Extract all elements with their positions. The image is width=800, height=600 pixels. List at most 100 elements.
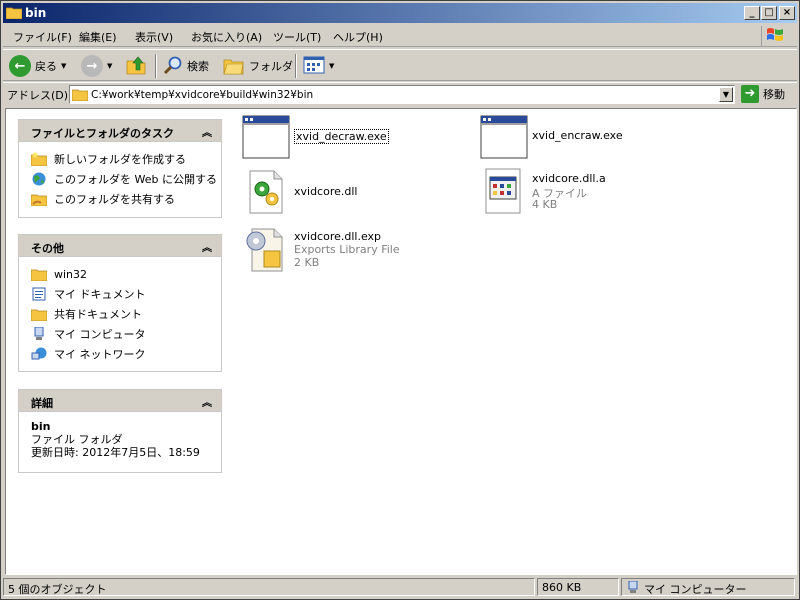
search-icon: [163, 55, 183, 78]
back-button[interactable]: ← 戻る ▼: [9, 53, 66, 79]
exe-window-icon: [480, 115, 528, 162]
detail-type: ファイル フォルダ: [31, 433, 123, 446]
status-size: 860 KB: [537, 578, 619, 596]
file-name: xvidcore.dll.exp: [294, 230, 382, 243]
place-my-computer[interactable]: マイ コンピュータ: [31, 324, 221, 344]
menu-file[interactable]: ファイル(F): [13, 29, 72, 45]
collapse-chevron-icon[interactable]: ︽: [202, 394, 212, 409]
menu-view[interactable]: 表示(V): [135, 29, 173, 45]
back-label: 戻る: [35, 60, 57, 73]
file-size: 4 KB: [532, 198, 558, 211]
window-title: bin: [25, 6, 47, 20]
file-name: xvidcore.dll: [294, 185, 358, 198]
my-computer-icon: [626, 580, 640, 597]
toolbar-separator: [155, 54, 157, 78]
folder-view: ファイルとフォルダのタスク ︽ 新しいフォルダを作成する このフォルダを Web…: [5, 108, 797, 575]
windows-logo-icon: [761, 26, 787, 46]
generic-file-icon: [480, 167, 528, 218]
menu-bar: ファイル(F) 編集(E) 表示(V) お気に入り(A) ツール(T) ヘルプ(…: [3, 25, 797, 47]
place-my-network[interactable]: マイ ネットワーク: [31, 344, 221, 364]
new-folder-icon: [30, 152, 48, 167]
address-dropdown-button[interactable]: ▼: [719, 87, 733, 102]
go-button[interactable]: ➜ 移動: [741, 85, 785, 103]
task-label: 新しいフォルダを作成する: [54, 153, 186, 166]
file-item[interactable]: xvidcore.dll: [242, 167, 442, 215]
search-button[interactable]: 検索: [163, 53, 209, 79]
task-label: このフォルダを共有する: [54, 193, 175, 206]
menu-tools[interactable]: ツール(T): [273, 29, 321, 45]
go-arrow-icon: ➜: [741, 85, 759, 103]
place-my-documents[interactable]: マイ ドキュメント: [31, 284, 221, 304]
chevron-down-icon: ▼: [107, 62, 113, 70]
close-button[interactable]: ×: [779, 6, 795, 20]
tasks-panel-header[interactable]: ファイルとフォルダのタスク ︽: [19, 120, 221, 142]
forward-button[interactable]: → ▼: [81, 53, 112, 79]
dll-gear-icon: [242, 167, 290, 218]
share-folder-icon: [30, 192, 48, 207]
address-value: C:¥work¥temp¥xvidcore¥build¥win32¥bin: [91, 89, 314, 101]
menu-favorites[interactable]: お気に入り(A): [191, 29, 262, 45]
exe-window-icon: [242, 115, 290, 162]
details-panel-header[interactable]: 詳細 ︽: [19, 390, 221, 412]
chevron-down-icon: ▼: [329, 62, 335, 70]
folder-icon: [30, 267, 48, 282]
place-label: 共有ドキュメント: [54, 308, 142, 321]
maximize-button[interactable]: □: [761, 6, 777, 20]
panel-title: 詳細: [31, 397, 53, 410]
task-publish-web[interactable]: このフォルダを Web に公開する: [31, 169, 221, 189]
collapse-chevron-icon[interactable]: ︽: [202, 239, 212, 254]
address-label: アドレス(D): [7, 89, 69, 102]
search-label: 検索: [187, 60, 209, 73]
task-label: このフォルダを Web に公開する: [54, 173, 217, 186]
views-icon: [303, 56, 325, 77]
file-item[interactable]: xvidcore.dll.a A ファイル 4 KB: [480, 167, 680, 215]
place-win32[interactable]: win32: [30, 264, 221, 284]
detail-modified: 更新日時: 2012年7月5日、18:59: [31, 446, 200, 459]
tasks-panel: ファイルとフォルダのタスク ︽ 新しいフォルダを作成する このフォルダを Web…: [18, 119, 222, 218]
file-name: xvid_decraw.exe: [294, 129, 389, 144]
file-type: Exports Library File: [294, 243, 400, 256]
task-share-folder[interactable]: このフォルダを共有する: [30, 189, 221, 209]
up-folder-button[interactable]: [125, 53, 147, 79]
my-documents-icon: [31, 287, 47, 301]
minimize-button[interactable]: _: [744, 6, 760, 20]
forward-arrow-icon: →: [81, 55, 103, 77]
file-name: xvidcore.dll.a: [532, 172, 606, 185]
collapse-chevron-icon[interactable]: ︽: [202, 124, 212, 139]
file-name: xvid_encraw.exe: [532, 129, 623, 142]
title-bar[interactable]: bin _ □ ×: [3, 3, 797, 23]
toolbar-separator: [295, 54, 297, 78]
web-publish-icon: [31, 172, 47, 186]
place-label: win32: [54, 267, 88, 281]
place-label: マイ ネットワーク: [54, 348, 146, 361]
status-bar: 5 個のオブジェクト 860 KB マイ コンピューター: [3, 577, 797, 597]
menu-edit[interactable]: 編集(E): [79, 29, 117, 45]
folders-button[interactable]: フォルダ: [223, 53, 293, 79]
panel-title: ファイルとフォルダのタスク: [31, 127, 174, 140]
my-network-icon: [31, 347, 47, 361]
detail-name: bin: [31, 420, 51, 433]
folder-icon: [5, 6, 23, 20]
file-item[interactable]: xvid_decraw.exe: [242, 115, 442, 161]
go-label: 移動: [763, 88, 785, 101]
other-panel-header[interactable]: その他 ︽: [19, 235, 221, 257]
shared-documents-icon: [30, 307, 48, 322]
panel-title: その他: [31, 242, 64, 255]
file-item[interactable]: xvidcore.dll.exp Exports Library File 2 …: [242, 225, 462, 273]
place-label: マイ コンピュータ: [54, 328, 146, 341]
menu-help[interactable]: ヘルプ(H): [333, 29, 383, 45]
views-button[interactable]: ▼: [303, 53, 334, 79]
status-object-count: 5 個のオブジェクト: [3, 578, 535, 596]
place-label: マイ ドキュメント: [54, 288, 146, 301]
toolbar: ← 戻る ▼ → ▼ 検索 フォルダ ▼: [3, 49, 797, 81]
folder-icon: [71, 88, 89, 102]
details-panel: 詳細 ︽ bin ファイル フォルダ 更新日時: 2012年7月5日、18:59: [18, 389, 222, 473]
task-new-folder[interactable]: 新しいフォルダを作成する: [30, 149, 221, 169]
place-shared-documents[interactable]: 共有ドキュメント: [30, 304, 221, 324]
file-item[interactable]: xvid_encraw.exe: [480, 115, 680, 161]
address-input[interactable]: C:¥work¥temp¥xvidcore¥build¥win32¥bin ▼: [69, 85, 735, 104]
exp-gear-file-icon: [242, 225, 290, 276]
chevron-down-icon: ▼: [61, 62, 67, 70]
address-bar: アドレス(D) C:¥work¥temp¥xvidcore¥build¥win3…: [3, 82, 797, 105]
file-size: 2 KB: [294, 256, 320, 269]
